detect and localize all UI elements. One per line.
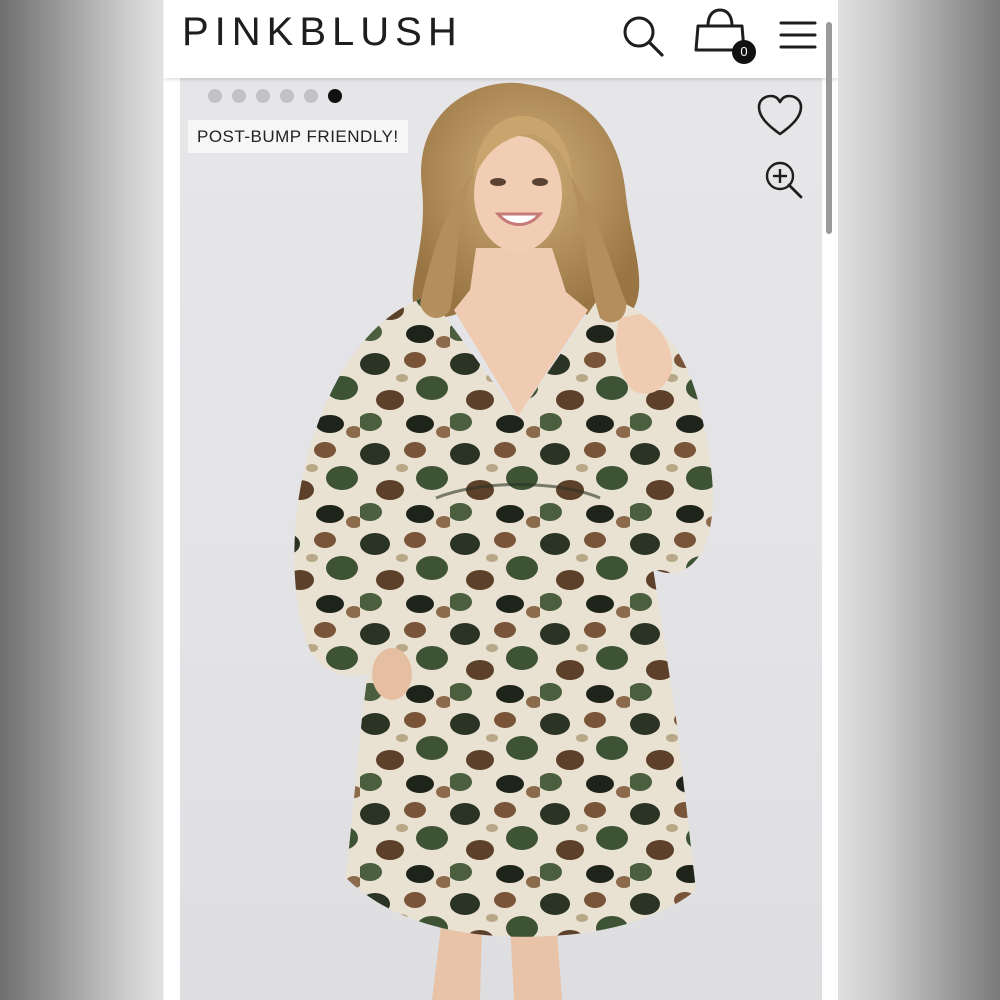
product-image-gallery[interactable]: POST-BUMP FRIENDLY! — [180, 78, 822, 1000]
carousel-dot-active[interactable] — [328, 89, 342, 103]
carousel-dot[interactable] — [256, 89, 270, 103]
product-badge: POST-BUMP FRIENDLY! — [188, 120, 408, 153]
scrollbar[interactable] — [826, 22, 832, 234]
hamburger-menu-icon — [779, 21, 817, 49]
search-icon — [623, 16, 664, 57]
cart-count-badge: 0 — [732, 40, 756, 64]
search-button[interactable] — [620, 12, 666, 58]
brand-logo[interactable]: PINKBLUSH — [182, 10, 463, 55]
phone-screen: PINKBLUSH 0 POST-BUMP FRIENDLY! — [164, 0, 838, 1000]
site-header: PINKBLUSH 0 — [164, 0, 838, 78]
zoom-button[interactable] — [764, 160, 804, 200]
carousel-dot[interactable] — [304, 89, 318, 103]
zoom-in-icon — [765, 161, 803, 199]
menu-button[interactable] — [778, 16, 818, 56]
wishlist-button[interactable] — [756, 94, 804, 138]
heart-icon — [757, 94, 803, 136]
carousel-dot[interactable] — [232, 89, 246, 103]
carousel-dot[interactable] — [280, 89, 294, 103]
product-photo — [294, 82, 713, 1000]
carousel-dot[interactable] — [208, 89, 222, 103]
image-carousel-dots — [208, 88, 342, 104]
shopping-bag-button[interactable]: 0 — [694, 6, 756, 66]
